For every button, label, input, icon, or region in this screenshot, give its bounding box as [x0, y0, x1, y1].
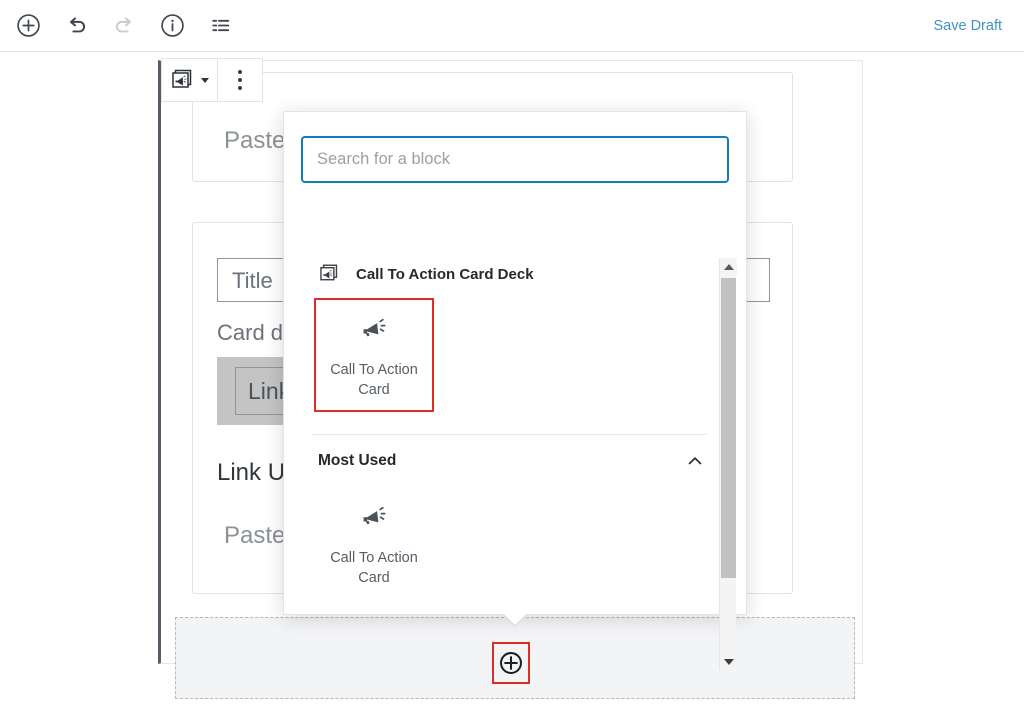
inserter-scrollbar[interactable] [719, 258, 737, 670]
save-draft-button[interactable]: Save Draft [934, 18, 1003, 34]
megaphone-icon [363, 506, 386, 525]
scroll-down-arrow-icon[interactable] [720, 653, 737, 670]
toolbar-right-group: Save Draft [934, 18, 1024, 34]
chevron-up-icon [688, 457, 702, 465]
card-description-label: Card d [217, 320, 284, 345]
block-toolbar [161, 58, 263, 102]
paste-text-top: Paste [224, 127, 286, 154]
block-item-call-to-action-card[interactable]: Call To Action Card [314, 298, 434, 412]
call-to-action-card-deck-icon [172, 69, 192, 88]
toolbar-left-group [0, 8, 238, 44]
chevron-down-icon [201, 77, 209, 83]
scrollbar-thumb[interactable] [721, 278, 736, 578]
panel-title-call-to-action-card-deck: Call To Action Card Deck [284, 248, 731, 292]
block-grid-most-used: Call To Action Card [284, 481, 731, 615]
megaphone-icon [363, 318, 386, 337]
list-view-icon[interactable] [202, 8, 238, 44]
panel-header-most-used[interactable]: Most Used [284, 435, 731, 481]
plus-circle-icon [500, 652, 522, 674]
panel-title-label: Call To Action Card Deck [356, 265, 534, 283]
block-item-label: Call To Action Card [330, 362, 418, 398]
inserter-search-wrapper [284, 112, 746, 193]
appender-add-block-button[interactable] [492, 642, 530, 684]
add-block-icon[interactable] [10, 8, 46, 44]
scroll-up-arrow-icon[interactable] [720, 258, 737, 275]
popover-arrow [503, 614, 527, 627]
block-item-call-to-action-card-most-used[interactable]: Call To Action Card [314, 487, 434, 599]
paste-text-bottom: Paste [224, 522, 286, 549]
search-input[interactable] [301, 136, 729, 183]
more-options-button[interactable] [218, 59, 262, 101]
panel-header-label: Most Used [318, 452, 397, 469]
editor-canvas: Paste Title Card d Link Link Ul Paste Se… [0, 52, 1024, 728]
inserter-results: Call To Action Card Deck Call To Action … [284, 248, 731, 615]
block-item-label: Call To Action Card [330, 550, 418, 586]
call-to-action-card-deck-icon [320, 264, 338, 281]
block-type-switcher[interactable] [162, 59, 217, 101]
top-toolbar: Save Draft [0, 0, 1024, 52]
link-url-heading: Link Ul [217, 459, 291, 486]
block-inserter-popover: Call To Action Card Deck Call To A [283, 111, 748, 670]
undo-icon[interactable] [58, 8, 94, 44]
card-title-placeholder: Title [232, 268, 273, 293]
redo-icon [106, 8, 142, 44]
block-grid-current: Call To Action Card [284, 292, 731, 430]
inserter-results-scroll-area: Call To Action Card Deck Call To Action … [284, 248, 748, 615]
more-vertical-icon [226, 70, 254, 90]
info-icon[interactable] [154, 8, 190, 44]
